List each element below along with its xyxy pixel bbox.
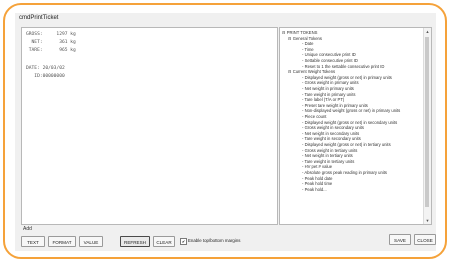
tree-item[interactable]: - Peak hold... xyxy=(302,187,327,193)
tree-item-label: Reset to 1 the settable consecutive prin… xyxy=(304,63,385,69)
value-button[interactable]: VALUE xyxy=(79,236,103,247)
checkmark-icon: ✔ xyxy=(181,239,186,244)
tree-item-label: Tare weight in tertiary units xyxy=(304,158,355,164)
window-title: cmdPrintTicket xyxy=(19,15,59,21)
tree-item-label: Peak hold... xyxy=(304,186,327,192)
ticket-editor[interactable]: GROSS: 1297 kg NET: 361 kg TARE: 965 kg … xyxy=(21,27,278,225)
tree-item-label: Net weight in tertiary units xyxy=(304,153,353,159)
tree-item-label: Displayed weight (gross or net) in prima… xyxy=(304,74,392,80)
tree-content: ⊟ PRINT TOKENS ⊟ General Tokens - Date - Ti… xyxy=(280,28,424,224)
tree-item-label: Unique consecutive print ID xyxy=(304,52,356,58)
tree-item-label: Piece count xyxy=(304,114,327,119)
enable-margins-checkbox[interactable]: ✔ xyxy=(180,238,187,245)
scroll-thumb[interactable] xyxy=(425,37,429,207)
save-button[interactable]: SAVE xyxy=(389,234,411,245)
editor-line: DATE: 20/03/02 xyxy=(26,66,65,71)
tree-item-label: Tare label (T/A or PT) xyxy=(304,97,345,103)
screenshot-frame: cmdPrintTicket GROSS: 1297 kg NET: 361 k… xyxy=(3,3,447,259)
editor-line: NET: 361 kg xyxy=(26,40,76,45)
editor-line: GROSS: 1297 kg xyxy=(26,32,76,37)
tree-group-label: General Tokens xyxy=(292,35,322,41)
tree-item-label: Gross weight in secondary units xyxy=(304,125,364,131)
tree-item-label: Time xyxy=(304,46,314,52)
tree-item-label: Displayed weight (gross or net) in terti… xyxy=(304,142,391,147)
tree-item-label: Displayed weight (gross or net) in secon… xyxy=(304,119,398,125)
tree-item-label: Tare weight in secondary units xyxy=(304,136,361,142)
tree-item-label: HV pet # value xyxy=(304,164,333,170)
tree-item-label: Net weight in primary units xyxy=(304,86,354,91)
refresh-button[interactable]: REFRESH xyxy=(120,236,150,247)
tree-item-label: Non-displayed weight (gross or net) in p… xyxy=(304,108,401,114)
tree-item-label: Preset tare weight in primary units xyxy=(304,102,368,108)
print-ticket-window: cmdPrintTicket GROSS: 1297 kg NET: 361 k… xyxy=(15,13,436,251)
tree-vertical-scrollbar[interactable]: ▲ ▼ xyxy=(423,28,431,224)
tree-group-label: Current Weight Tokens xyxy=(292,69,336,75)
scroll-up-icon[interactable]: ▲ xyxy=(424,28,431,35)
scroll-down-icon[interactable]: ▼ xyxy=(424,217,431,224)
add-label: Add xyxy=(23,226,32,232)
tree-item-label: Gross weight in primary units xyxy=(304,80,359,86)
tree-item-label: Settable consecutive print ID xyxy=(304,58,358,63)
tree-item-label: Absolute gross peak reading in primary u… xyxy=(304,170,387,175)
tree-root-label: PRINT TOKENS xyxy=(286,30,318,35)
tree-item-label: Peak hold date xyxy=(304,175,333,181)
editor-line: TARE: 965 kg xyxy=(26,48,76,53)
tree-item-label: Peak hold time xyxy=(304,181,333,187)
tree-item-label: Tare weight in primary units xyxy=(304,91,356,97)
tree-item-label: Gross weight in tertiary units xyxy=(304,147,358,153)
format-button[interactable]: FORMAT xyxy=(48,236,76,247)
tree-item-label: Date xyxy=(304,41,314,47)
clear-button[interactable]: CLEAR xyxy=(153,236,175,247)
print-tokens-tree[interactable]: ⊟ PRINT TOKENS ⊟ General Tokens - Date - Ti… xyxy=(279,27,432,225)
enable-margins-label: Enable top/bottom margins xyxy=(188,238,241,243)
close-button[interactable]: CLOSE xyxy=(414,234,436,245)
text-button[interactable]: TEXT xyxy=(21,236,45,247)
editor-line: ID:00000000 xyxy=(26,74,65,79)
tree-item-label: Net weight in secondary units xyxy=(304,130,360,136)
